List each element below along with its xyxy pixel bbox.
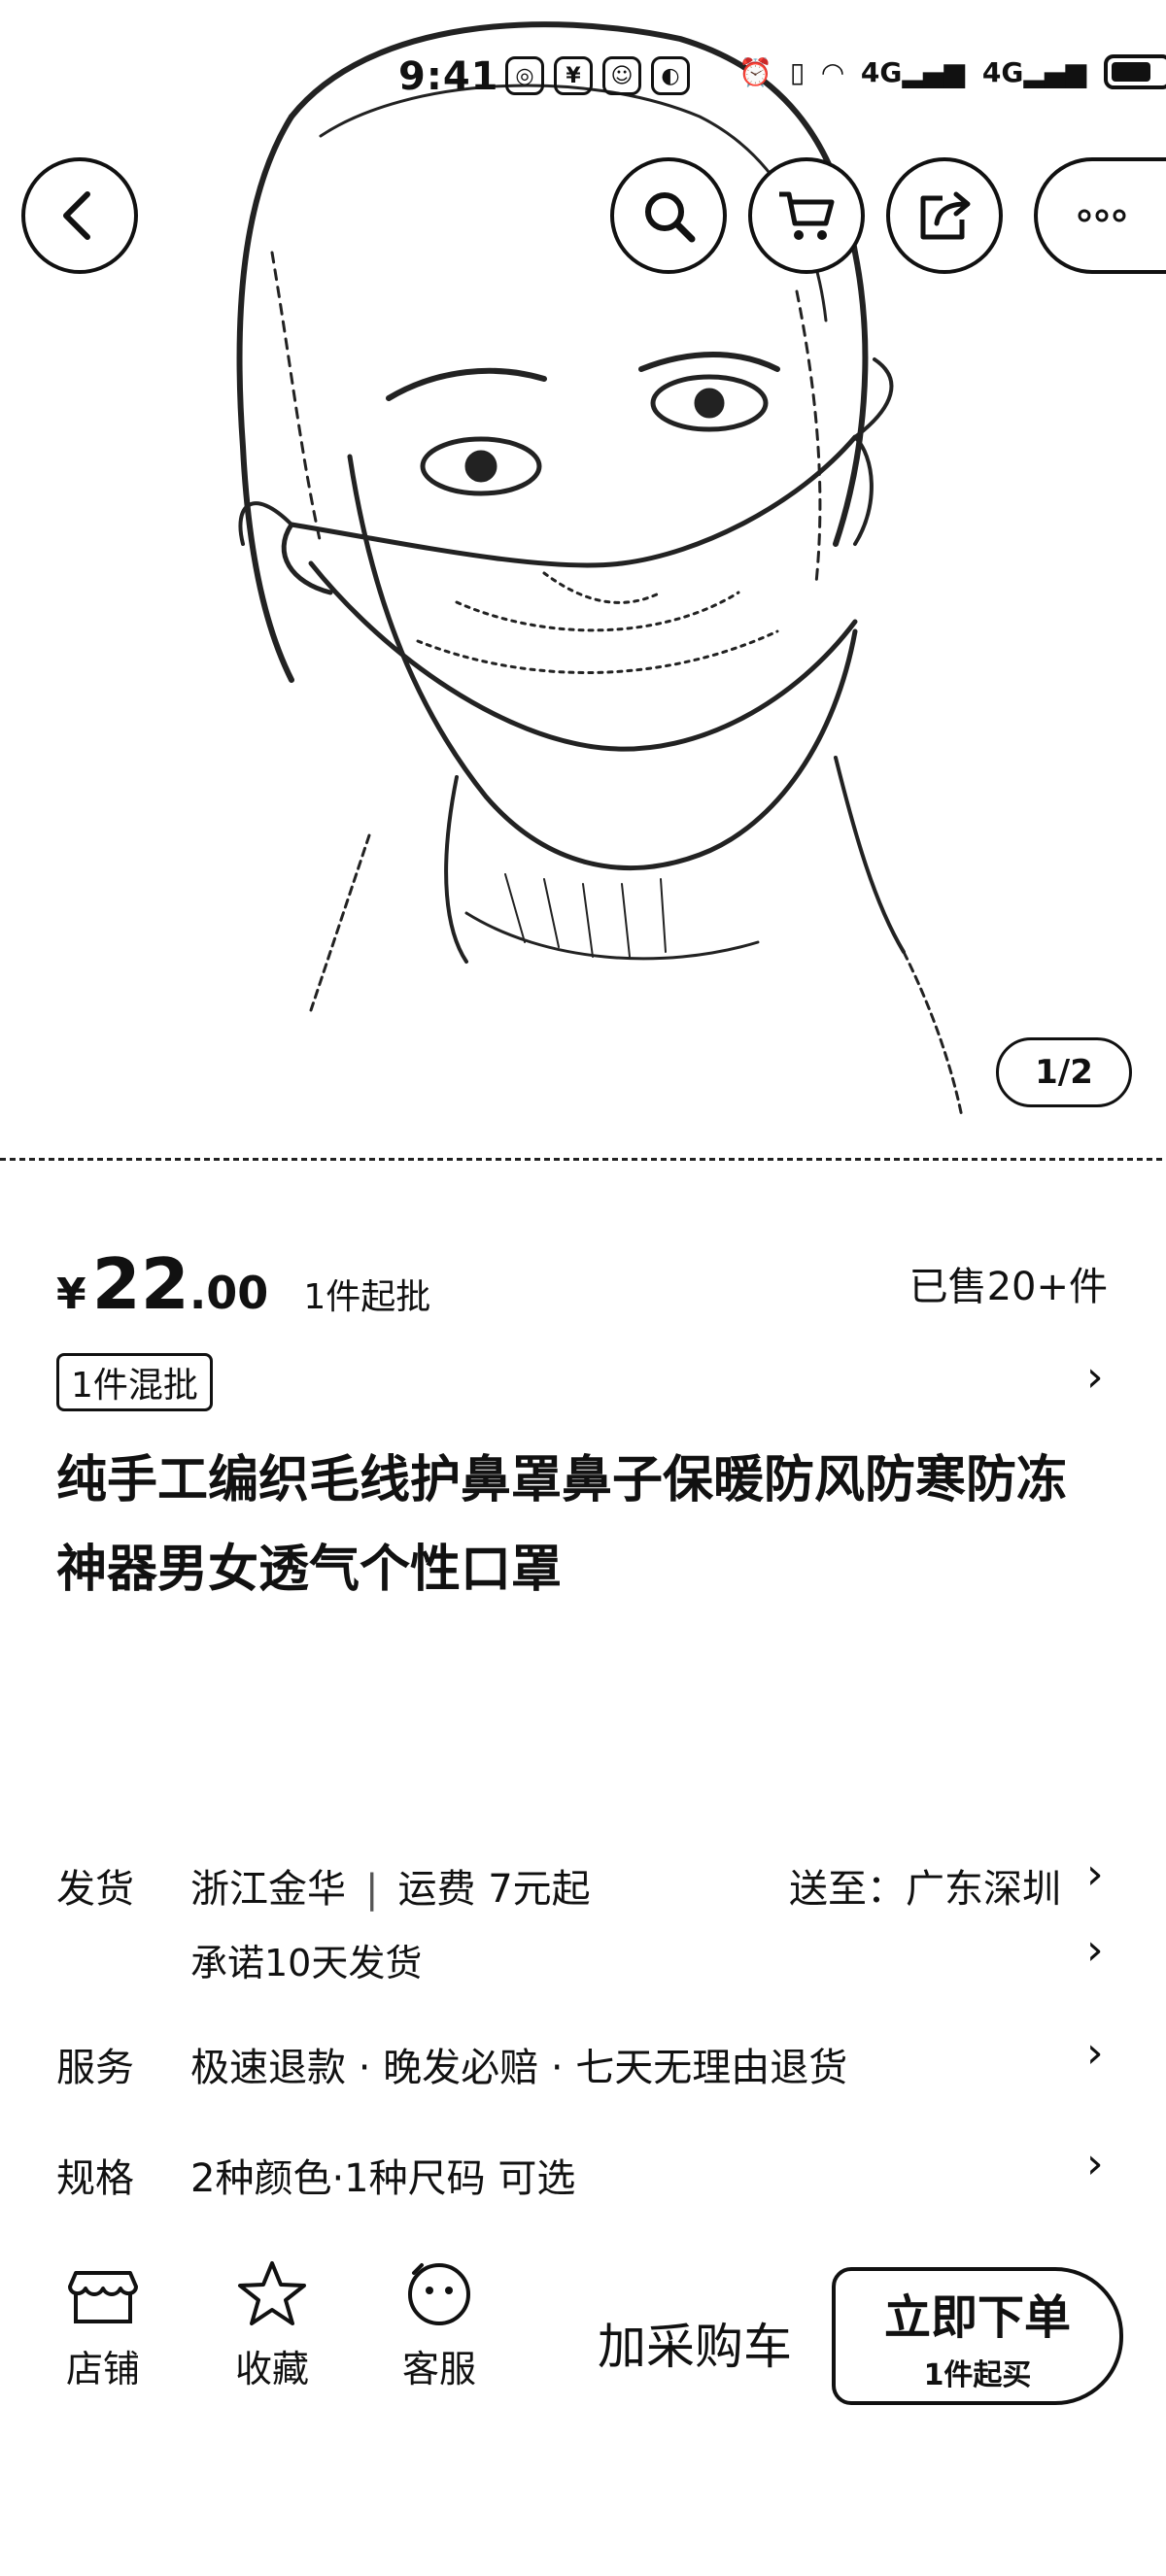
cart-button[interactable] bbox=[748, 157, 865, 274]
gallery-divider bbox=[0, 1158, 1166, 1161]
currency-symbol: ¥ bbox=[56, 1270, 86, 1319]
search-icon bbox=[645, 192, 696, 243]
share-icon bbox=[920, 191, 971, 240]
customer-service-button[interactable]: 客服 bbox=[381, 2255, 497, 2392]
price-decimal: .00 bbox=[189, 1267, 269, 1319]
app-notification-icon: ☺ bbox=[602, 56, 641, 95]
shipping-origin: 浙江金华 bbox=[190, 1867, 346, 1912]
vibrate-icon: ▯ bbox=[789, 55, 806, 88]
mixed-batch-tag: 1件混批 bbox=[56, 1353, 213, 1411]
share-button[interactable] bbox=[886, 157, 1003, 274]
alarm-icon: ⏰ bbox=[738, 55, 772, 88]
store-button[interactable]: 店铺 bbox=[45, 2255, 161, 2392]
shipping-info[interactable]: 浙江金华 | 运费 7元起 bbox=[190, 1857, 591, 1914]
notification-icon: ◎ bbox=[505, 56, 544, 95]
chat-bubble-icon bbox=[408, 2263, 470, 2325]
buy-now-label: 立即下单 bbox=[883, 2290, 1071, 2345]
product-image-gallery[interactable] bbox=[0, 0, 1166, 1164]
favorite-button[interactable]: 收藏 bbox=[214, 2255, 330, 2392]
battery-icon bbox=[1104, 54, 1166, 89]
network-type-label: 4G bbox=[860, 55, 903, 88]
back-button[interactable] bbox=[21, 157, 138, 274]
chevron-right-icon[interactable]: › bbox=[1086, 2028, 1104, 2078]
status-system-icons: ⏰ ▯ ◠ 4G▂▄▆ 4G▂▄▆ bbox=[738, 54, 1166, 89]
chevron-left-icon bbox=[63, 191, 90, 240]
cart-icon bbox=[779, 191, 835, 240]
app-notification-icon: ◐ bbox=[651, 56, 690, 95]
gallery-page-indicator: 1/2 bbox=[996, 1037, 1132, 1107]
signal-icon: 4G▂▄▆ bbox=[860, 55, 965, 88]
price-row: ¥ 22 .00 1件起批 bbox=[56, 1243, 431, 1325]
add-to-cart-button[interactable]: 加采购车 bbox=[583, 2304, 806, 2382]
star-icon bbox=[238, 2261, 306, 2325]
shipping-promise: 承诺10天发货 bbox=[190, 1942, 423, 1984]
chevron-right-icon[interactable]: › bbox=[1086, 2139, 1104, 2188]
chevron-right-icon[interactable]: › bbox=[1086, 1352, 1104, 1402]
status-bar: 9:41 ◎ ¥ ☺ ◐ ⏰ ▯ ◠ 4G▂▄▆ 4G▂▄▆ bbox=[0, 49, 1166, 107]
min-order-label: 1件起批 bbox=[303, 1277, 431, 1317]
buy-now-sublabel: 1件起买 bbox=[923, 2358, 1032, 2392]
chevron-right-icon[interactable]: › bbox=[1086, 1849, 1104, 1899]
store-label: 店铺 bbox=[65, 2348, 140, 2390]
store-icon bbox=[68, 2271, 138, 2323]
divider: | bbox=[365, 1867, 379, 1912]
spec-label: 规格 bbox=[56, 2156, 134, 2201]
chevron-right-icon[interactable]: › bbox=[1086, 1925, 1104, 1975]
shipping-fee: 运费 7元起 bbox=[397, 1867, 591, 1912]
service-label: 服务 bbox=[56, 2046, 134, 2090]
service-items[interactable]: 极速退款 · 晚发必赔 · 七天无理由退货 bbox=[190, 2036, 847, 2092]
status-time: 9:41 bbox=[398, 54, 499, 99]
signal-icon: 4G▂▄▆ bbox=[981, 55, 1086, 88]
spec-summary[interactable]: 2种颜色·1种尺码 可选 bbox=[190, 2147, 575, 2203]
search-button[interactable] bbox=[610, 157, 727, 274]
more-button[interactable] bbox=[1034, 157, 1166, 274]
more-icon bbox=[1078, 209, 1126, 222]
favorite-label: 收藏 bbox=[234, 2348, 309, 2390]
price-integer: 22 bbox=[91, 1243, 189, 1325]
product-title: 纯手工编织毛线护鼻罩鼻子保暖防风防寒防冻神器男女透气个性口罩 bbox=[56, 1451, 1068, 1599]
network-type-label: 4G bbox=[981, 55, 1024, 88]
app-notification-icon: ¥ bbox=[554, 56, 593, 95]
customer-service-label: 客服 bbox=[401, 2348, 476, 2390]
shipping-label: 发货 bbox=[56, 1867, 134, 1912]
status-notification-icons: ◎ ¥ ☺ ◐ bbox=[505, 56, 690, 95]
product-photo-sketch bbox=[236, 21, 964, 1119]
wifi-icon: ◠ bbox=[822, 55, 843, 88]
shipping-destination[interactable]: 送至：广东深圳 bbox=[789, 1857, 1061, 1914]
buy-now-button[interactable]: 立即下单 1件起买 bbox=[832, 2267, 1123, 2405]
sold-count: 已售20+件 bbox=[909, 1265, 1108, 1309]
